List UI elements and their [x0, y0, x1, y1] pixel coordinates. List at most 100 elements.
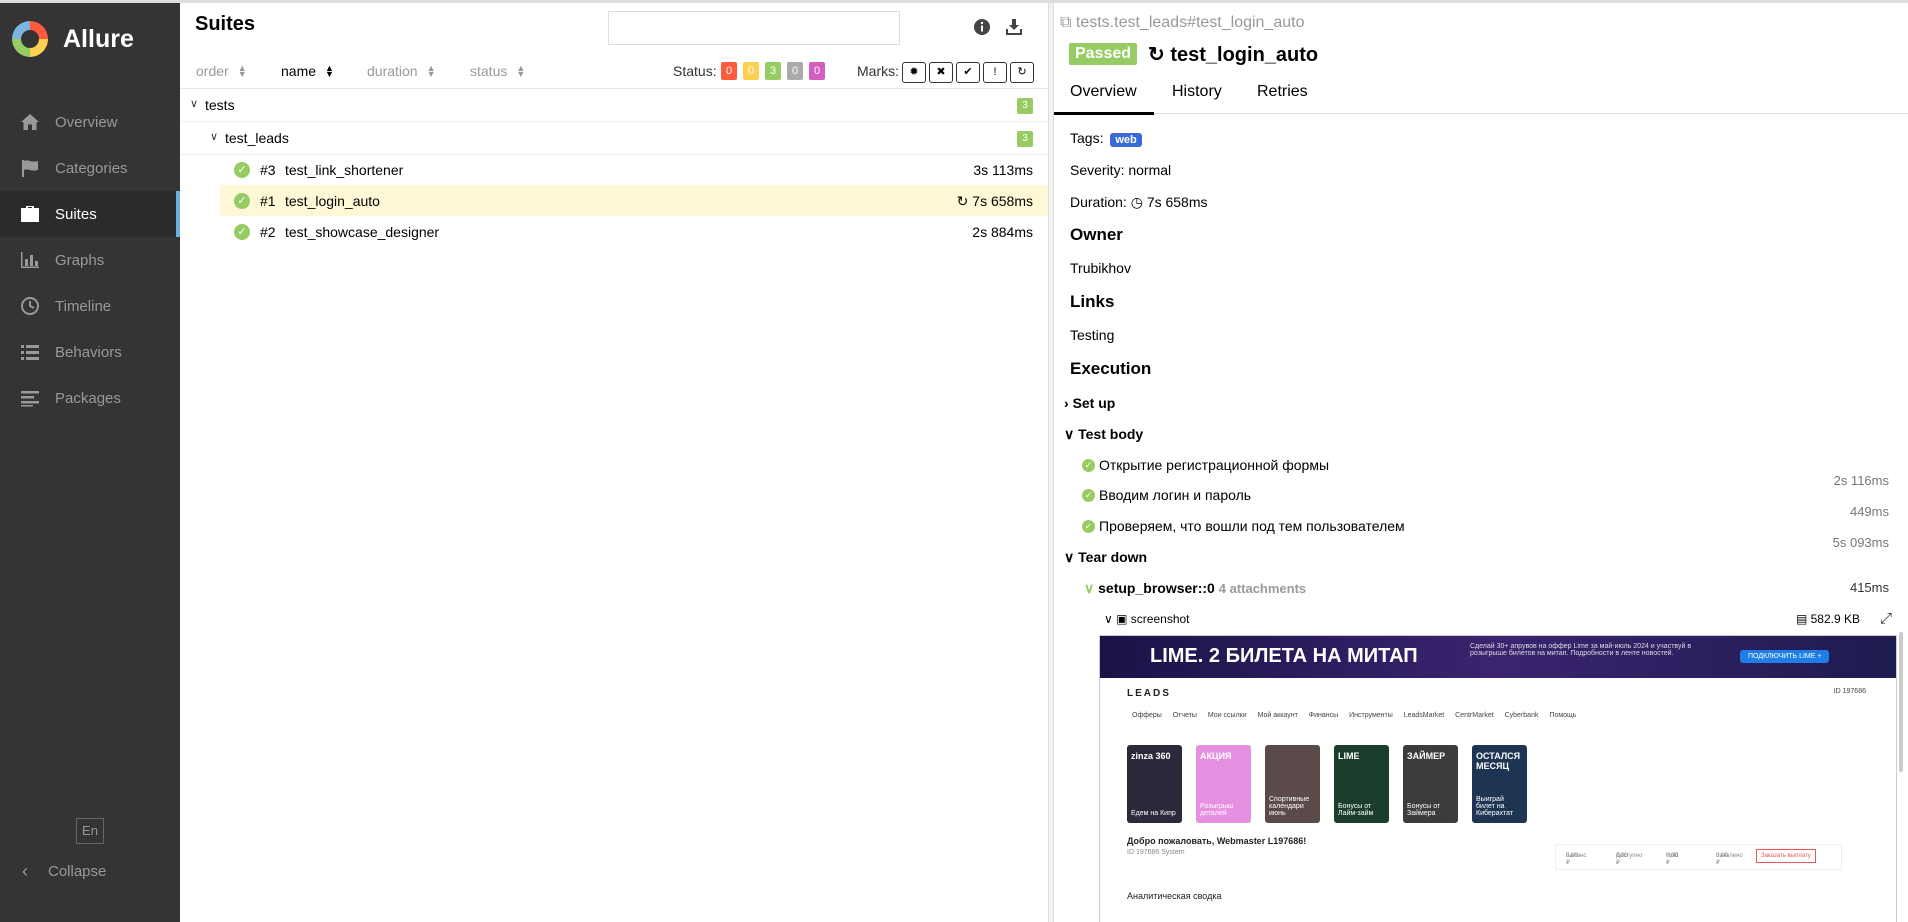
step-item[interactable]: ✓ Проверяем, что вошли под тем пользовате… [1082, 518, 1405, 534]
sidebar: Allure Overview Categories Suites Graphs… [0, 3, 180, 922]
sort-icon: ▲ ▼ [237, 63, 247, 79]
sidebar-item-label: Suites [55, 205, 97, 223]
sidebar-item-label: Timeline [55, 297, 112, 315]
copy-icon[interactable]: ⧉ [1060, 14, 1071, 31]
sort-status[interactable]: status ▲ ▼ [470, 63, 525, 79]
promo-card: АКЦИЯ Розыгрыш деталей [1196, 745, 1251, 823]
promo-card: ОСТАЛСЯ МЕСЯЦ Выиграй билет на Киберахтат [1472, 745, 1527, 823]
step-time: 5s 093ms [1832, 535, 1889, 550]
teardown-label: Tear down [1078, 549, 1148, 565]
tab-retries[interactable]: Retries [1257, 83, 1308, 101]
sort-status-label: status [470, 63, 508, 79]
sort-order[interactable]: order ▲ ▼ [196, 63, 247, 79]
scrollbar[interactable] [1899, 632, 1903, 772]
expand-icon[interactable]: ⤢ [1880, 610, 1892, 627]
tree-group-test-leads[interactable]: ∨ test_leads 3 [180, 122, 1048, 155]
step-label: Открытие регистрационной формы [1099, 457, 1330, 473]
status-unknown-toggle[interactable]: 0 [809, 62, 825, 80]
sidebar-item-overview[interactable]: Overview [0, 99, 180, 145]
step-item[interactable]: ✓ Открытие регистрационной формы [1082, 457, 1329, 473]
site-menu-item: Финансы [1308, 712, 1339, 719]
attachment-row[interactable]: ∨ ▣ screenshot [1104, 612, 1190, 626]
execution-heading: Execution [1070, 359, 1152, 378]
balance-value: 0,00 ₽ [1566, 853, 1578, 866]
sort-order-label: order [196, 63, 229, 79]
sidebar-item-categories[interactable]: Categories [0, 145, 180, 191]
id-line: ID 197686 System [1127, 849, 1185, 856]
sidebar-nav: Overview Categories Suites Graphs Timeli… [0, 99, 180, 421]
setup-label: Set up [1072, 395, 1116, 411]
link-testing[interactable]: Testing [1070, 327, 1114, 343]
tree-header: order ▲ ▼ name ▲ ▼ duration ▲ ▼ status ▲ ▼ Statu… [180, 56, 1048, 89]
step-label: Проверяем, что вошли под тем пользовател… [1099, 518, 1405, 534]
mark-new-passed-icon[interactable]: ✔ [956, 62, 980, 83]
card-title: LIME [1338, 751, 1360, 761]
group-count-badge: 3 [1017, 131, 1033, 147]
site-menu-item: Cyberbank [1504, 712, 1539, 719]
balance-value: 0,00 ₽ [1616, 853, 1628, 866]
fixture-row[interactable]: ∨ setup_browser::0 4 attachments [1084, 580, 1306, 597]
test-body-section[interactable]: ∨ Test body [1064, 426, 1143, 443]
tab-overview[interactable]: Overview [1054, 83, 1154, 115]
mark-new-broken-icon[interactable]: ! [983, 62, 1007, 83]
test-row-selected[interactable]: ✓ #1 test_login_auto ↻ 7s 658ms [220, 185, 1048, 216]
duration-label: Duration: [1070, 194, 1127, 210]
detail-tabs: Overview History Retries [1054, 75, 1908, 115]
balance-value: 0,00 ₽ [1716, 853, 1728, 866]
sidebar-item-suites[interactable]: Suites [0, 191, 180, 237]
mark-flaky-icon[interactable]: ✹ [902, 62, 926, 83]
tags-row: Tags: web [1070, 130, 1142, 147]
sidebar-item-graphs[interactable]: Graphs [0, 237, 180, 283]
test-row[interactable]: ✓ #3 test_link_shortener 3s 113ms [220, 154, 1048, 185]
app-logo[interactable]: Allure [12, 21, 134, 57]
download-icon[interactable] [1004, 17, 1024, 37]
status-broken-toggle[interactable]: 0 [743, 62, 759, 80]
sidebar-item-behaviors[interactable]: Behaviors [0, 329, 180, 375]
status-badge: Passed [1069, 43, 1138, 65]
mark-new-failed-icon[interactable]: ✖ [929, 62, 953, 83]
retry-icon: ↻ [956, 193, 973, 209]
card-caption: Спортивные календари июнь [1269, 796, 1310, 817]
passed-icon: ✓ [1082, 458, 1095, 472]
test-duration-with-retry: ↻ 7s 658ms [957, 193, 1033, 210]
collapse-button[interactable]: ‹ Collapse [22, 861, 106, 882]
group-count-badge: 3 [1017, 98, 1033, 114]
promo-banner: LIME. 2 БИЛЕТА НА МИТАП Сделай 30+ апрув… [1100, 636, 1896, 678]
status-failed-toggle[interactable]: 0 [721, 62, 737, 80]
attachment-size-text: 582.9 KB [1810, 612, 1860, 626]
info-icon[interactable] [972, 17, 992, 37]
search-input[interactable] [608, 11, 900, 45]
tab-history[interactable]: History [1172, 83, 1222, 101]
sort-duration[interactable]: duration ▲ ▼ [367, 63, 436, 79]
promo-card: Спортивные календари июнь [1265, 745, 1320, 823]
sidebar-item-timeline[interactable]: Timeline [0, 283, 180, 329]
leads-logo: LEADS [1127, 688, 1171, 699]
card-title: ЗАЙМЕР [1407, 751, 1446, 761]
status-passed-toggle[interactable]: 3 [765, 62, 781, 80]
sidebar-item-label: Categories [55, 159, 128, 177]
step-item[interactable]: ✓ Вводим логин и пароль [1082, 487, 1251, 503]
mark-retries-icon[interactable]: ↻ [1010, 62, 1034, 83]
teardown-section[interactable]: ∨ Tear down [1064, 549, 1147, 566]
sort-name[interactable]: name ▲ ▼ [281, 63, 334, 79]
sidebar-item-packages[interactable]: Packages [0, 375, 180, 421]
promo-card: zinza 360 Едем на Кипр [1127, 745, 1182, 823]
test-row[interactable]: ✓ #2 test_showcase_designer 2s 884ms [220, 216, 1048, 247]
screenshot-preview[interactable]: LIME. 2 БИЛЕТА НА МИТАП Сделай 30+ апрув… [1099, 635, 1897, 922]
status-skipped-toggle[interactable]: 0 [787, 62, 803, 80]
tree-group-tests[interactable]: ∨ tests 3 [180, 89, 1048, 122]
chevron-right-icon: › [1064, 395, 1073, 411]
balance-panel: Баланс 0,00 ₽ Доступно 0,00 ₽ Hold 0,00 ₽ З… [1555, 844, 1842, 870]
test-path[interactable]: ⧉ tests.test_leads#test_login_auto [1060, 14, 1305, 32]
tree-group-label: tests [205, 97, 235, 113]
test-title: ↻ test_login_auto [1148, 42, 1318, 67]
tree-group-label: test_leads [225, 130, 289, 146]
test-path-text: tests.test_leads#test_login_auto [1075, 14, 1305, 31]
setup-section[interactable]: › Set up [1064, 395, 1115, 411]
fixture-name: setup_browser::0 [1098, 580, 1215, 596]
user-id: ID 197686 [1833, 688, 1866, 695]
language-switch[interactable]: En [76, 818, 104, 844]
severity: Severity: normal [1070, 162, 1172, 178]
card-caption: Выиграй билет на Киберахтат [1476, 796, 1514, 817]
banner-button: ПОДКЛЮЧИТЬ LIME + [1740, 650, 1830, 663]
